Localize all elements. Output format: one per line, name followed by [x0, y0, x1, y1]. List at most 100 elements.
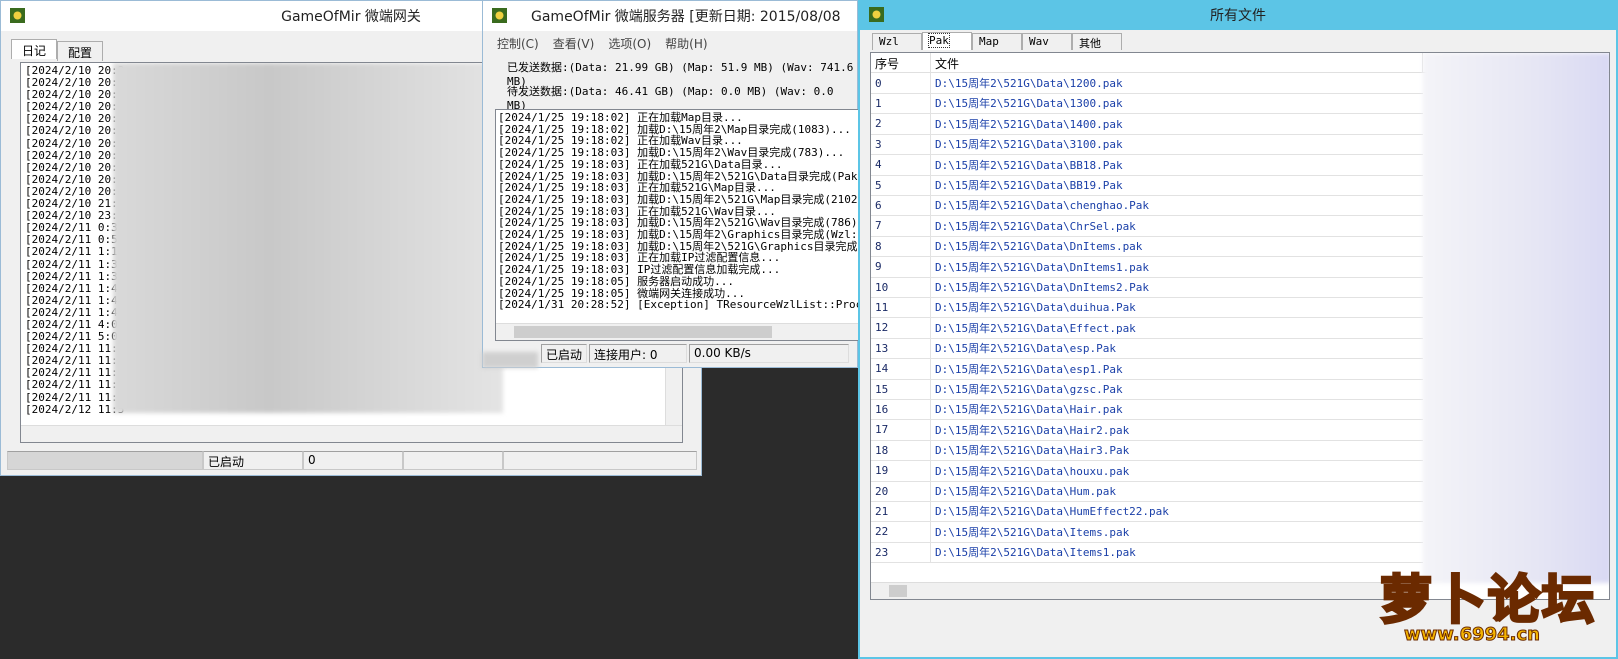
redacted-area	[482, 352, 538, 368]
table-row[interactable]: 1 D:\15周年2\521G\Data\1300.pak	[871, 93, 1423, 115]
row-index: 6	[871, 195, 931, 216]
file-list-hscroll[interactable]	[871, 582, 1423, 599]
tab-map[interactable]: Map	[972, 33, 1022, 50]
col-index[interactable]: 序号	[871, 53, 931, 72]
row-index: 23	[871, 542, 931, 563]
tab-wav[interactable]: Wav	[1022, 33, 1072, 50]
server-log-lines: [2024/1/25 19:18:02] 正在加载Map目录... [2024/1…	[498, 112, 859, 312]
row-file: D:\15周年2\521G\Data\1300.pak	[935, 97, 1123, 111]
server-log-hscroll[interactable]	[496, 323, 858, 340]
table-row[interactable]: 12 D:\15周年2\521G\Data\Effect.pak	[871, 317, 1423, 339]
status-empty-2	[503, 451, 697, 470]
gateway-title: GameOfMir 微端网关	[281, 9, 421, 25]
table-row[interactable]: 6 D:\15周年2\521G\Data\chenghao.Pak	[871, 195, 1423, 217]
tab-config[interactable]: 配置	[57, 41, 104, 61]
status-empty-1	[403, 451, 503, 470]
row-index: 15	[871, 379, 931, 399]
files-tabs: Wzl Pak Map Wav 其他	[872, 32, 1122, 50]
pending-data: 待发送数据:(Data: 46.41 GB) (Map: 0.0 MB) (Wa…	[507, 85, 834, 112]
row-file: D:\15周年2\521G\Data\1400.pak	[935, 117, 1123, 131]
forum-watermark: 萝卜论坛 www.6994.cn	[1370, 556, 1610, 651]
server-titlebar[interactable]: GameOfMir 微端服务器 [更新日期: 2015/08/08	[483, 1, 857, 31]
row-index: 22	[871, 521, 931, 542]
gateway-statusbar: 已启动 0	[7, 451, 697, 471]
col-file[interactable]: 文件	[931, 53, 1423, 72]
table-row[interactable]: 23 D:\15周年2\521G\Data\Items1.pak	[871, 542, 1423, 564]
row-index: 10	[871, 277, 931, 297]
row-file: D:\15周年2\521G\Data\Hair3.Pak	[935, 444, 1130, 458]
row-file: D:\15周年2\521G\Data\3100.pak	[935, 138, 1123, 152]
log-line: [2024/2/10 20:4	[25, 136, 125, 150]
row-index: 2	[871, 113, 931, 134]
table-row[interactable]: 15 D:\15周年2\521G\Data\gzsc.Pak	[871, 379, 1423, 400]
row-file: D:\15周年2\521G\Data\ChrSel.pak	[935, 219, 1136, 233]
gateway-log-vscroll[interactable]	[665, 363, 682, 427]
row-file: D:\15周年2\521G\Data\gzsc.Pak	[935, 383, 1123, 396]
row-index: 1	[871, 93, 931, 114]
table-row[interactable]: 7 D:\15周年2\521G\Data\ChrSel.pak	[871, 215, 1423, 237]
table-row[interactable]: 2 D:\15周年2\521G\Data\1400.pak	[871, 113, 1423, 135]
tab-wzl[interactable]: Wzl	[872, 33, 922, 50]
table-row[interactable]: 8 D:\15周年2\521G\Data\DnItems.pak	[871, 236, 1423, 258]
table-row[interactable]: 22 D:\15周年2\521G\Data\Items.pak	[871, 521, 1423, 543]
row-file: D:\15周年2\521G\Data\BB19.Pak	[935, 179, 1123, 192]
scroll-thumb[interactable]	[889, 585, 907, 597]
row-index: 13	[871, 338, 931, 359]
table-row[interactable]: 0 D:\15周年2\521G\Data\1200.pak	[871, 73, 1423, 94]
log-line: [2024/2/10 20:4	[25, 148, 125, 162]
table-row[interactable]: 17 D:\15周年2\521G\Data\Hair2.pak	[871, 419, 1423, 441]
log-line: [2024/2/11 11:5	[25, 390, 125, 404]
tab-pak[interactable]: Pak	[922, 32, 972, 50]
table-row[interactable]: 20 D:\15周年2\521G\Data\Hum.pak	[871, 481, 1423, 502]
table-row[interactable]: 13 D:\15周年2\521G\Data\esp.Pak	[871, 338, 1423, 360]
table-row[interactable]: 21 D:\15周年2\521G\Data\HumEffect22.pak	[871, 501, 1423, 523]
row-file: D:\15周年2\521G\Data\Items.pak	[935, 525, 1130, 539]
row-file: D:\15周年2\521G\Data\Items1.pak	[935, 546, 1136, 560]
server-log[interactable]: [2024/1/25 19:18:02] 正在加载Map目录... [2024/1…	[495, 109, 859, 341]
app-icon	[869, 7, 884, 22]
table-row[interactable]: 18 D:\15周年2\521G\Data\Hair3.Pak	[871, 440, 1423, 462]
watermark-url: www.6994.cn	[1404, 624, 1541, 646]
table-row[interactable]: 4 D:\15周年2\521G\Data\BB18.Pak	[871, 154, 1423, 176]
row-index: 11	[871, 297, 931, 318]
row-index: 5	[871, 175, 931, 195]
table-row[interactable]: 3 D:\15周年2\521G\Data\3100.pak	[871, 134, 1423, 156]
file-list[interactable]: 序号 文件 0 D:\15周年2\521G\Data\1200.pak 1 D:\15…	[870, 52, 1610, 600]
row-file: D:\15周年2\521G\Data\1200.pak	[935, 77, 1123, 90]
table-row[interactable]: 16 D:\15周年2\521G\Data\Hair.pak	[871, 399, 1423, 421]
status-redacted	[7, 451, 203, 470]
menu-control[interactable]: 控制(C)	[497, 35, 539, 52]
tab-other[interactable]: 其他	[1072, 33, 1122, 50]
log-line: [2024/1/25 19:18:03] 加载D:\15周年2\521G\Map…	[498, 192, 859, 206]
tab-log[interactable]: 日记	[11, 39, 58, 59]
table-row[interactable]: 9 D:\15周年2\521G\Data\DnItems1.pak	[871, 256, 1423, 278]
server-window: GameOfMir 微端服务器 [更新日期: 2015/08/08 控制(C) …	[482, 0, 859, 368]
table-row[interactable]: 19 D:\15周年2\521G\Data\houxu.pak	[871, 460, 1423, 482]
table-row[interactable]: 5 D:\15周年2\521G\Data\BB19.Pak	[871, 175, 1423, 196]
gateway-log-lines: [2024/2/10 20:2 [2024/2/10 20:2 [2024/2/10…	[25, 64, 125, 416]
table-row[interactable]: 11 D:\15周年2\521G\Data\duihua.Pak	[871, 297, 1423, 319]
row-file: D:\15周年2\521G\Data\HumEffect22.pak	[935, 505, 1169, 519]
menu-help[interactable]: 帮助(H)	[665, 35, 707, 52]
table-row[interactable]: 14 D:\15周年2\521G\Data\esp1.Pak	[871, 358, 1423, 380]
row-file: D:\15周年2\521G\Data\esp.Pak	[935, 342, 1116, 356]
log-line: [2024/2/11 11:5	[25, 378, 125, 392]
row-index: 9	[871, 256, 931, 277]
files-titlebar[interactable]: 所有文件	[860, 0, 1616, 30]
server-menubar: 控制(C) 查看(V) 选项(O) 帮助(H)	[483, 31, 857, 55]
status-started: 已启动	[203, 451, 303, 470]
row-file: D:\15周年2\521G\Data\duihua.Pak	[935, 301, 1136, 315]
menu-options[interactable]: 选项(O)	[608, 35, 651, 52]
row-index: 21	[871, 501, 931, 522]
table-row[interactable]: 10 D:\15周年2\521G\Data\DnItems2.Pak	[871, 277, 1423, 298]
log-line: [2024/2/11 1:17	[25, 245, 125, 259]
row-file: D:\15周年2\521G\Data\esp1.Pak	[935, 362, 1123, 376]
log-line: [2024/2/12 11:5	[25, 402, 125, 416]
row-file: D:\15周年2\521G\Data\DnItems.pak	[935, 240, 1143, 254]
gateway-log-hscroll[interactable]	[21, 425, 682, 442]
server-status-speed: 0.00 KB/s	[689, 344, 849, 363]
menu-view[interactable]: 查看(V)	[553, 35, 595, 52]
watermark-brand: 萝卜论坛	[1378, 570, 1597, 633]
scroll-thumb[interactable]	[514, 326, 772, 338]
log-line: [2024/1/31 20:28:52] [Exception] TResour…	[498, 298, 858, 312]
